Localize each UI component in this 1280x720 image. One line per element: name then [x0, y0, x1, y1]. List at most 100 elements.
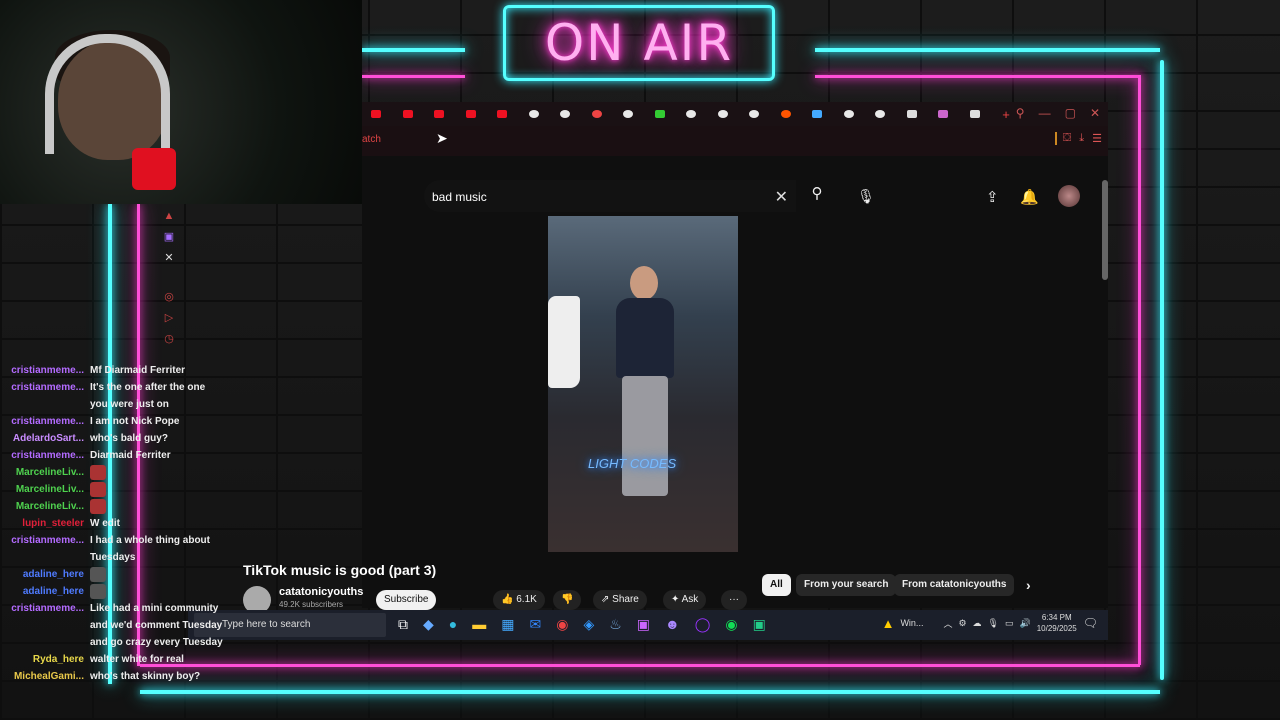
url-text[interactable]: atch	[362, 134, 381, 145]
twitch-icon[interactable]: ▣	[164, 230, 174, 243]
chat-text: Diarmaid Ferriter	[90, 450, 171, 461]
search-tabs-icon[interactable]: ⚲	[1016, 106, 1025, 120]
network-icon[interactable]: ▭	[1005, 618, 1014, 629]
taskbar-clock[interactable]: 6:34 PM 10/29/2025	[1037, 612, 1077, 634]
app-icon[interactable]: ◈	[583, 616, 594, 633]
chrome-icon[interactable]: ◉	[556, 616, 568, 633]
notifications-icon[interactable]: 🔔	[1020, 188, 1039, 206]
chat-text	[90, 481, 224, 498]
store-icon[interactable]: ▦	[501, 616, 514, 633]
subscribe-button[interactable]: Subscribe	[376, 590, 437, 610]
discord-icon[interactable]: ☻	[665, 616, 680, 633]
chat-username[interactable]: Ryda_here	[0, 651, 84, 668]
tab[interactable]	[457, 106, 485, 122]
sidebar-clock-icon[interactable]: ◷	[164, 332, 174, 345]
chat-username[interactable]: adaline_here	[0, 583, 84, 600]
chat-username[interactable]: AdelardoSart...	[0, 430, 84, 447]
edge-icon[interactable]: ●	[449, 616, 457, 633]
search-query[interactable]: bad music	[432, 190, 487, 204]
chip-from-your-search[interactable]: From your search	[796, 574, 897, 596]
sidebar-app-icon[interactable]: ▲	[164, 210, 175, 222]
chat-username[interactable]: MichealGami...	[0, 668, 84, 685]
tab[interactable]	[614, 106, 642, 122]
chat-username[interactable]: cristianmeme...	[0, 447, 84, 464]
tab[interactable]	[362, 106, 390, 122]
tab[interactable]	[835, 106, 863, 122]
video-player[interactable]: LIGHT CODES	[548, 216, 738, 552]
notifications-tray-icon[interactable]: 🗨	[1083, 616, 1098, 630]
address-bar[interactable]: atch ⛋ ⤓ ☰	[362, 126, 1108, 156]
tab[interactable]	[709, 106, 737, 122]
tray-icon[interactable]: ☁	[973, 618, 982, 629]
tab[interactable]	[520, 106, 548, 122]
tab[interactable]	[394, 106, 422, 122]
tab[interactable]	[488, 106, 516, 122]
volume-icon[interactable]: 🔊	[1020, 618, 1031, 629]
sidebar-send-icon[interactable]: ▷	[165, 311, 173, 324]
tab[interactable]	[929, 106, 957, 122]
spotify-icon[interactable]: ◉	[725, 616, 737, 633]
tab-bar: + ⚲ — ▢ ✕	[362, 102, 1108, 126]
search-input[interactable]: bad music ✕	[424, 180, 796, 212]
tab[interactable]	[898, 106, 926, 122]
clear-search-icon[interactable]: ✕	[775, 187, 788, 207]
chat-username[interactable]: lupin_steeler	[0, 515, 84, 532]
chat-text: It's the one after the one you were just…	[90, 382, 206, 410]
tab[interactable]	[425, 106, 453, 122]
tray-chevron-icon[interactable]: ︿	[943, 617, 952, 630]
close-icon[interactable]: ✕	[1090, 106, 1100, 120]
tab[interactable]	[866, 106, 894, 122]
chat-username[interactable]: MarcelineLiv...	[0, 498, 84, 515]
dislike-button[interactable]: 👎	[553, 590, 582, 610]
maximize-icon[interactable]: ▢	[1065, 106, 1076, 120]
weather-label[interactable]: Win...	[900, 618, 923, 628]
tab[interactable]	[583, 106, 611, 122]
chat-username[interactable]: cristianmeme...	[0, 362, 84, 379]
tab[interactable]	[646, 106, 674, 122]
file-explorer-icon[interactable]: ▬	[472, 616, 486, 633]
tray-icon[interactable]: ⚙	[958, 618, 966, 629]
app-icon[interactable]: ▣	[637, 616, 650, 633]
steam-icon[interactable]: ♨	[609, 616, 622, 633]
x-icon[interactable]: ✕	[164, 251, 173, 264]
minimize-icon[interactable]: —	[1039, 106, 1051, 120]
tab[interactable]	[551, 106, 579, 122]
tab[interactable]	[740, 106, 768, 122]
download-icon[interactable]: ⤓	[1079, 132, 1084, 145]
sidebar-circle-icon[interactable]: ◎	[164, 290, 174, 303]
chat-username[interactable]: cristianmeme...	[0, 379, 84, 413]
ask-button[interactable]: ✦ Ask	[663, 590, 707, 610]
menu-icon[interactable]: ☰	[1092, 132, 1102, 145]
mail-icon[interactable]: ✉	[529, 616, 541, 633]
tab[interactable]	[772, 106, 800, 122]
chip-all[interactable]: All	[762, 574, 791, 596]
channel-name[interactable]: catatonicyouths	[279, 586, 363, 598]
avatar[interactable]	[1058, 185, 1080, 207]
chat-username[interactable]: MarcelineLiv...	[0, 481, 84, 498]
app-icon[interactable]: ▣	[753, 616, 766, 633]
copilot-icon[interactable]: ◆	[423, 616, 434, 633]
mic-tray-icon[interactable]: 🎙	[988, 618, 999, 629]
chat-username[interactable]: cristianmeme...	[0, 532, 84, 566]
like-button[interactable]: 👍 6.1K	[493, 590, 545, 610]
voice-search-icon[interactable]: 🎙	[852, 182, 880, 210]
chat-username[interactable]: cristianmeme...	[0, 600, 84, 651]
share-button[interactable]: ⇗ Share	[593, 590, 647, 610]
more-actions-button[interactable]: ···	[721, 590, 747, 610]
task-view-icon[interactable]: ⧉	[398, 616, 408, 633]
profile-icon[interactable]: ⛋	[1063, 132, 1071, 145]
page-scrollbar[interactable]	[1102, 180, 1108, 280]
chat-message: AdelardoSart... who's bald guy?	[0, 430, 230, 447]
chat-username[interactable]: cristianmeme...	[0, 413, 84, 430]
chip-from-channel[interactable]: From catatonicyouths	[894, 574, 1015, 596]
tab[interactable]	[803, 106, 831, 122]
chat-username[interactable]: adaline_here	[0, 566, 84, 583]
obs-icon[interactable]: ◯	[695, 616, 711, 633]
weather-icon[interactable]: ▲	[882, 616, 895, 631]
upload-icon[interactable]: ⇪	[986, 188, 999, 206]
tab[interactable]	[961, 106, 989, 122]
tab[interactable]	[677, 106, 705, 122]
chat-username[interactable]: MarcelineLiv...	[0, 464, 84, 481]
chip-next-arrow-icon[interactable]: ›	[1018, 574, 1039, 596]
search-icon[interactable]: ⚲	[802, 184, 832, 208]
